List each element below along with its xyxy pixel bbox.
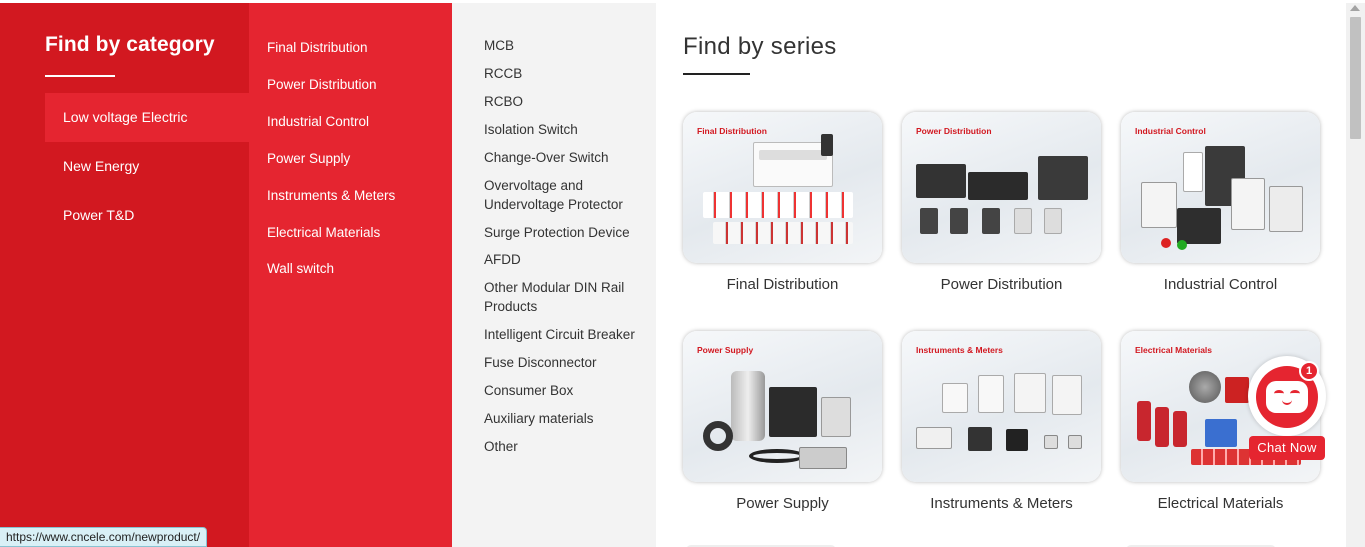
- series-image-final-distribution: Final Distribution: [683, 112, 882, 263]
- subcategory-item-electrical-materials[interactable]: Electrical Materials: [267, 225, 380, 240]
- product-item-surge-protection-device[interactable]: Surge Protection Device: [484, 223, 656, 242]
- series-panel: Find by series Final Distribution Final …: [656, 3, 1346, 547]
- category-item-new-energy[interactable]: New Energy: [45, 142, 249, 191]
- series-image-industrial-control: Industrial Control: [1121, 112, 1320, 263]
- chat-robot-face: [1266, 381, 1308, 413]
- category-item-power-td[interactable]: Power T&D: [45, 191, 249, 240]
- scroll-up-arrow-icon[interactable]: [1350, 5, 1360, 11]
- series-image-instruments-meters: Instruments & Meters: [902, 331, 1101, 482]
- chat-robot-eye: [1274, 390, 1284, 397]
- series-label-power-supply: Power Supply: [736, 495, 829, 512]
- product-item-mcb[interactable]: MCB: [484, 36, 656, 55]
- series-image-tag: Electrical Materials: [1135, 345, 1213, 355]
- chat-now-button[interactable]: Chat Now: [1249, 436, 1325, 460]
- scroll-thumb[interactable]: [1350, 17, 1361, 139]
- page-scrollbar[interactable]: [1346, 3, 1365, 547]
- subcategory-item-wall-switch[interactable]: Wall switch: [267, 261, 334, 276]
- series-label-instruments-meters: Instruments & Meters: [930, 495, 1073, 512]
- category-title-underline: [45, 75, 115, 77]
- series-image-tag: Final Distribution: [697, 126, 767, 136]
- chat-notification-badge: 1: [1299, 361, 1319, 381]
- category-panel: Find by category Low voltage Electric Ne…: [0, 3, 249, 547]
- product-item-rccb[interactable]: RCCB: [484, 64, 656, 83]
- subcategory-item-instruments-meters[interactable]: Instruments & Meters: [267, 188, 395, 203]
- product-list-panel: MCB RCCB RCBO Isolation Switch Change-Ov…: [452, 3, 656, 547]
- series-card-final-distribution[interactable]: Final Distribution Final Distribution: [683, 112, 882, 293]
- product-item-afdd[interactable]: AFDD: [484, 250, 656, 269]
- series-image-tag: Power Distribution: [916, 126, 992, 136]
- category-title: Find by category: [45, 33, 215, 56]
- series-label-industrial-control: Industrial Control: [1163, 276, 1278, 293]
- series-card-industrial-control[interactable]: Industrial Control Industrial Control: [1121, 112, 1320, 293]
- product-item-intelligent-circuit-breaker[interactable]: Intelligent Circuit Breaker: [484, 325, 656, 344]
- product-item-rcbo[interactable]: RCBO: [484, 92, 656, 111]
- series-title-underline: [683, 73, 750, 75]
- series-card-power-distribution[interactable]: Power Distribution Power Distribution: [902, 112, 1101, 293]
- series-image-tag: Power Supply: [697, 345, 754, 355]
- product-item-change-over-switch[interactable]: Change-Over Switch: [484, 148, 656, 167]
- series-card-power-supply[interactable]: Power Supply Power Supply: [683, 331, 882, 512]
- product-item-overvoltage-protector[interactable]: Overvoltage and Undervoltage Protector: [484, 176, 656, 214]
- product-item-other-modular-din-rail[interactable]: Other Modular DIN Rail Products: [484, 278, 656, 316]
- series-label-power-distribution: Power Distribution: [940, 276, 1063, 293]
- series-image-power-supply: Power Supply: [683, 331, 882, 482]
- subcategory-item-final-distribution[interactable]: Final Distribution: [267, 40, 368, 55]
- product-item-other[interactable]: Other: [484, 437, 656, 456]
- browser-status-url: https://www.cncele.com/newproduct/: [0, 527, 208, 547]
- subcategory-panel: Final Distribution Power Distribution In…: [249, 3, 452, 547]
- series-label-electrical-materials: Electrical Materials: [1157, 495, 1284, 512]
- category-item-low-voltage-electric[interactable]: Low voltage Electric: [45, 93, 249, 142]
- product-item-auxiliary-materials[interactable]: Auxiliary materials: [484, 409, 656, 428]
- series-title: Find by series: [683, 33, 837, 60]
- product-item-consumer-box[interactable]: Consumer Box: [484, 381, 656, 400]
- subcategory-item-power-supply[interactable]: Power Supply: [267, 151, 350, 166]
- series-label-final-distribution: Final Distribution: [726, 276, 839, 293]
- chat-widget[interactable]: 1 Chat Now: [1240, 356, 1332, 462]
- chat-robot-eye: [1290, 390, 1300, 397]
- product-item-fuse-disconnector[interactable]: Fuse Disconnector: [484, 353, 656, 372]
- subcategory-item-industrial-control[interactable]: Industrial Control: [267, 114, 369, 129]
- chat-robot-mouth: [1282, 400, 1292, 405]
- product-item-isolation-switch[interactable]: Isolation Switch: [484, 120, 656, 139]
- series-image-tag: Industrial Control: [1135, 126, 1206, 136]
- series-card-instruments-meters[interactable]: Instruments & Meters Instruments & Meter…: [902, 331, 1101, 512]
- subcategory-item-power-distribution[interactable]: Power Distribution: [267, 77, 377, 92]
- series-image-tag: Instruments & Meters: [916, 345, 1003, 355]
- series-image-power-distribution: Power Distribution: [902, 112, 1101, 263]
